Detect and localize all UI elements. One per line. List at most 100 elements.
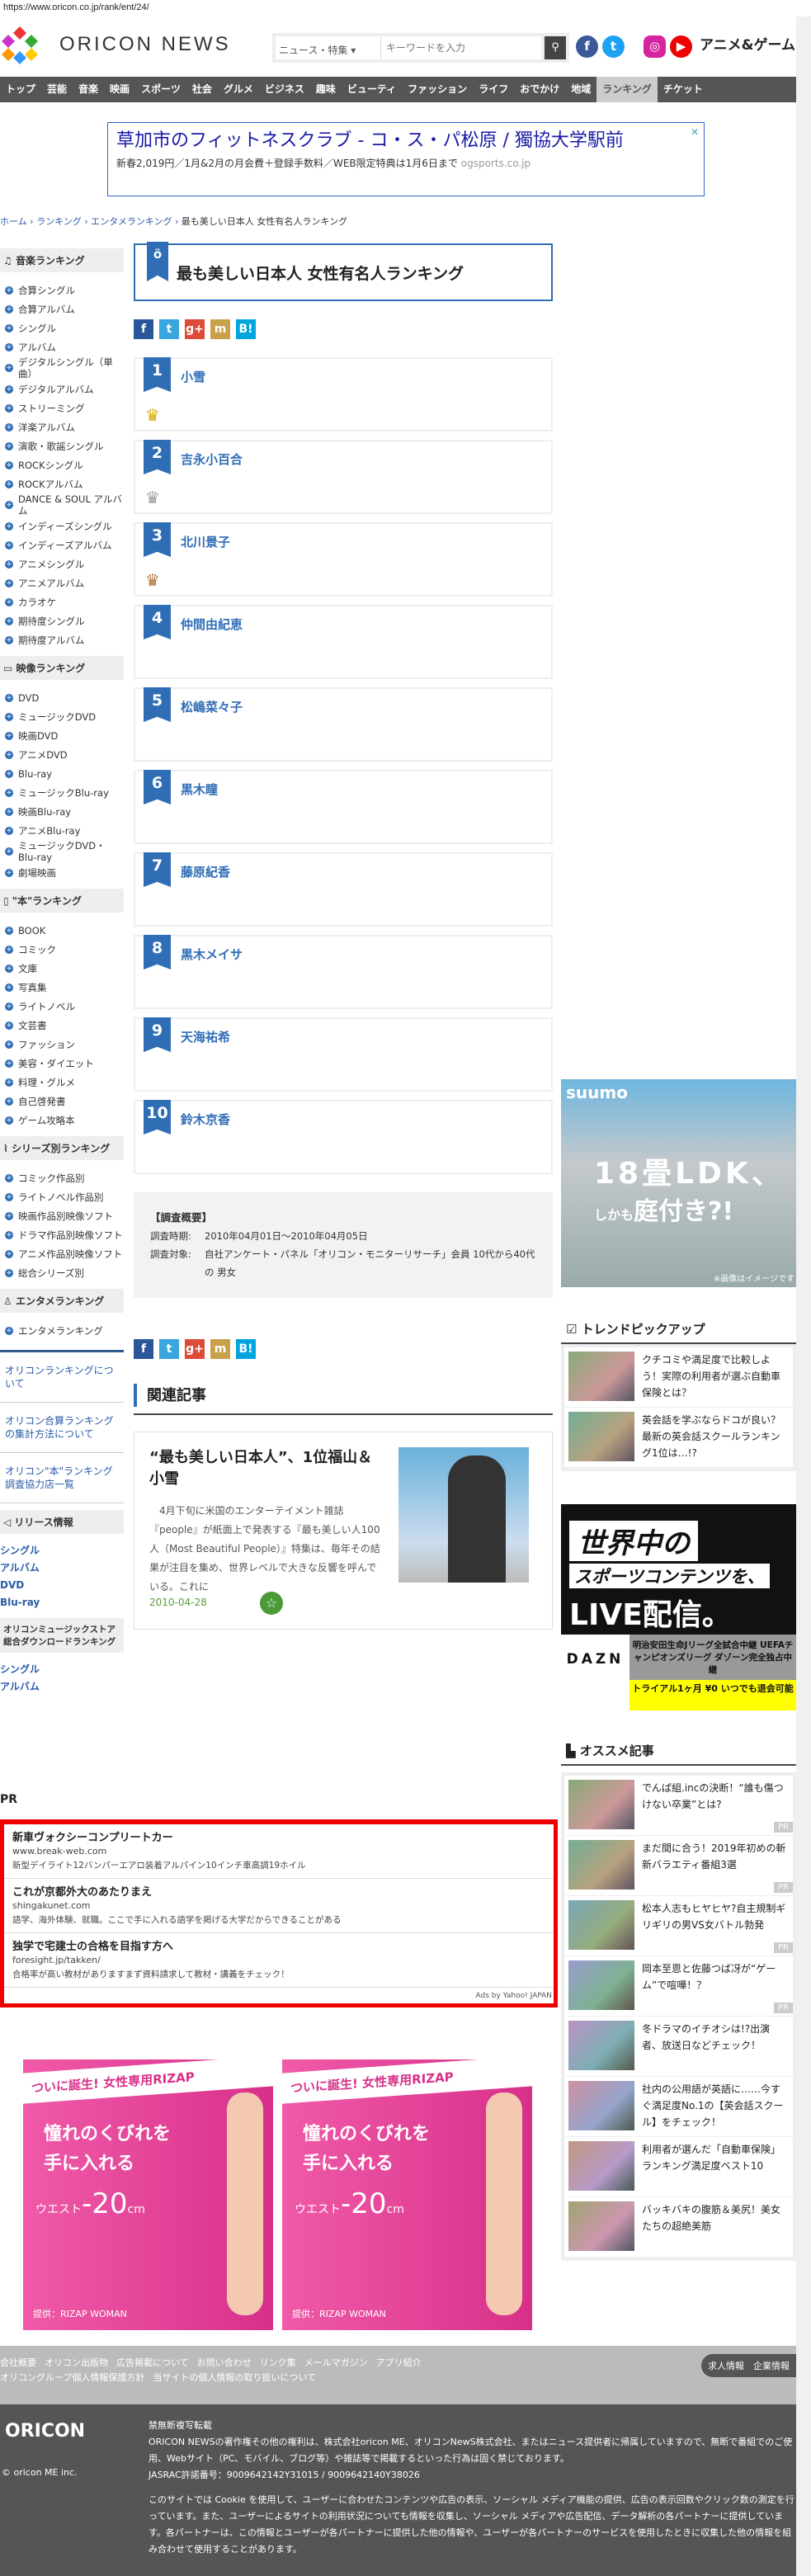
youtube-icon[interactable]: ▶ xyxy=(670,35,692,58)
sponsored-ad-url[interactable]: shingakunet.com xyxy=(12,1900,545,1911)
article-thumbnail[interactable] xyxy=(568,2021,634,2070)
sidebar-item[interactable]: + ミュージックBlu-ray xyxy=(0,783,124,802)
sponsored-ad-title[interactable]: 新車ヴォクシーコンプリートカー xyxy=(12,1828,545,1844)
nav-item[interactable]: 社会 xyxy=(186,77,218,102)
twitter-icon[interactable]: t xyxy=(602,35,625,58)
sidebar-item[interactable]: + 映画Blu-ray xyxy=(0,802,124,821)
hatena-share-button[interactable]: B! xyxy=(236,319,256,339)
hatena-share-button[interactable]: B! xyxy=(236,1339,256,1359)
footer-link[interactable]: 広告掲載について xyxy=(116,2357,189,2368)
sidebar-item[interactable]: + 写真集 xyxy=(0,978,124,997)
address-bar-url[interactable]: https://www.oricon.co.jp/rank/ent/24/ xyxy=(3,2,149,12)
breadcrumb-home[interactable]: ホーム xyxy=(0,216,27,227)
nav-item[interactable]: ビューティ xyxy=(342,77,402,102)
dazn-ad[interactable]: 世界中の スポーツコンテンツを、 LIVE配信。 DAZN 明治安田生命Jリーグ… xyxy=(561,1504,796,1710)
article-thumbnail[interactable] xyxy=(568,2141,634,2191)
instagram-icon[interactable]: ◎ xyxy=(644,35,666,58)
nav-item[interactable]: ファッション xyxy=(402,77,473,102)
sidebar-item[interactable]: + ゲーム攻略本 xyxy=(0,1111,124,1130)
sidebar-item[interactable]: + ストリーミング xyxy=(0,399,124,418)
nav-item[interactable]: 芸能 xyxy=(41,77,73,102)
nav-item[interactable]: 音楽 xyxy=(73,77,104,102)
footer-link[interactable]: アプリ紹介 xyxy=(376,2357,422,2368)
ranking-item[interactable]: 3 北川景子 ♛ xyxy=(134,522,553,597)
release-link[interactable]: Blu-ray xyxy=(0,1594,124,1611)
sidebar-item[interactable]: + コミック作品別 xyxy=(0,1168,124,1187)
sidebar-item[interactable]: + ミュージックDVD xyxy=(0,707,124,726)
rizap-ad-right[interactable]: ついに誕生! 女性専用RIZAP 憧れのくびれを手に入れる ウエスト-20cm … xyxy=(282,2059,532,2330)
article-list-title[interactable]: 松本人志もヒヤヒヤ?自主規制ギリギリの男VS女バトル勃発 xyxy=(642,1900,789,1951)
ranking-item[interactable]: 4 仲間由紀恵 xyxy=(134,605,553,679)
sidebar-item[interactable]: + アニメBlu-ray xyxy=(0,821,124,840)
sponsored-ad-title[interactable]: 独学で宅建士の合格を目指す方へ xyxy=(12,1937,545,1953)
sidebar-item[interactable]: + デジタルシングル（単曲） xyxy=(0,356,124,380)
sidebar-item[interactable]: + DANCE & SOUL アルバム xyxy=(0,493,124,517)
sidebar-item[interactable]: + コミック xyxy=(0,940,124,959)
nav-item[interactable]: 趣味 xyxy=(310,77,342,102)
nav-item[interactable]: おでかけ xyxy=(514,77,565,102)
footer-link[interactable]: オリコン出版物 xyxy=(45,2357,108,2368)
article-list-item[interactable]: 松本人志もヒヤヒヤ?自主規制ギリギリの男VS女バトル勃発 PR xyxy=(564,1896,793,1956)
jobs-link[interactable]: 求人情報 xyxy=(708,2361,744,2371)
article-list-item[interactable]: まだ間に合う！2019年初めの斬新バラエティ番組3選 PR xyxy=(564,1836,793,1896)
googleplus-share-button[interactable]: g+ xyxy=(185,319,205,339)
article-title[interactable]: “最も美しい日本人”、1位福山＆小雪 xyxy=(149,1447,380,1490)
article-list-item[interactable]: 岡本至恩と佐藤つば冴が“ゲーム”で喧嘩！？ PR xyxy=(564,1956,793,2017)
corp-link[interactable]: 企業情報 xyxy=(753,2361,790,2371)
related-article-card[interactable]: “最も美しい日本人”、1位福山＆小雪 4月下旬に米国のエンターテイメント雑誌『p… xyxy=(134,1432,553,1630)
article-list-title[interactable]: バッキバキの腹筋＆美尻！美女たちの超絶美筋 xyxy=(642,2201,789,2253)
footer-link[interactable]: お問い合わせ xyxy=(197,2357,252,2368)
article-list-item[interactable]: 英会話を学ぶならドコが良い？最新の英会話スクールランキング1位は…!? xyxy=(564,1408,793,1468)
article-thumbnail[interactable] xyxy=(568,1352,634,1401)
article-thumbnail[interactable] xyxy=(568,1780,634,1829)
sidebar-item[interactable]: + 期待度アルバム xyxy=(0,630,124,649)
suumo-ad[interactable]: suumo 18畳LDK、 しかも庭付き?! ※画像はイメージです xyxy=(561,1079,796,1287)
store-link[interactable]: アルバム xyxy=(0,1678,124,1696)
footer-link[interactable]: 会社概要 xyxy=(0,2357,36,2368)
anime-game-link[interactable]: アニメ&ゲーム xyxy=(700,33,795,54)
ad-close-icon[interactable]: ✕ xyxy=(691,126,699,138)
sidebar-info-link[interactable]: オリコン合算ランキングの集計方法について xyxy=(0,1403,124,1453)
footer-link[interactable]: リンク集 xyxy=(260,2357,296,2368)
facebook-share-button[interactable]: f xyxy=(134,319,153,339)
nav-item[interactable]: ライフ xyxy=(473,77,514,102)
breadcrumb-ranking[interactable]: ランキング xyxy=(36,216,82,227)
facebook-icon[interactable]: f xyxy=(576,35,598,58)
sponsored-ad-url[interactable]: www.break-web.com xyxy=(12,1846,545,1857)
release-link[interactable]: シングル xyxy=(0,1542,124,1559)
sidebar-info-link[interactable]: オリコンランキングについて xyxy=(0,1350,124,1403)
sidebar-item[interactable]: + アルバム xyxy=(0,337,124,356)
mixi-share-button[interactable]: m xyxy=(210,1339,230,1359)
article-list-item[interactable]: 社内の公用語が英語に……今すぐ満足度No.1の【英会話スクール】をチェック！ xyxy=(564,2077,793,2137)
sidebar-item[interactable]: + ファッション xyxy=(0,1035,124,1054)
rank-name[interactable]: 黒木メイサ xyxy=(181,946,243,963)
sponsored-ad[interactable]: 新車ヴォクシーコンプリートカー www.break-web.com 新型デイライト1… xyxy=(4,1824,554,1879)
article-thumbnail[interactable] xyxy=(398,1447,529,1583)
facebook-share-button[interactable]: f xyxy=(134,1339,153,1359)
mixi-share-button[interactable]: m xyxy=(210,319,230,339)
sidebar-item[interactable]: + Blu-ray xyxy=(0,764,124,783)
nav-item[interactable]: 地域 xyxy=(565,77,596,102)
article-list-item[interactable]: 冬ドラマのイチオシは!?出演者、放送日などチェック！ xyxy=(564,2017,793,2077)
article-list-item[interactable]: クチコミや満足度で比較しよう！実際の利用者が選ぶ自動車保険とは？ xyxy=(564,1347,793,1408)
article-list-title[interactable]: クチコミや満足度で比較しよう！実際の利用者が選ぶ自動車保険とは？ xyxy=(642,1352,789,1403)
ads-credit[interactable]: Ads by Yahoo! JAPAN xyxy=(4,1988,554,2004)
sidebar-item[interactable]: + 映画作品別映像ソフト xyxy=(0,1206,124,1225)
rank-name[interactable]: 松嶋菜々子 xyxy=(181,698,243,715)
sidebar-item[interactable]: + 総合シリーズ別 xyxy=(0,1263,124,1282)
breadcrumb-ent[interactable]: エンタメランキング xyxy=(91,216,172,227)
sidebar-item[interactable]: + ライトノベル xyxy=(0,997,124,1016)
sidebar-item[interactable]: + ライトノベル作品別 xyxy=(0,1187,124,1206)
sidebar-item[interactable]: + 文庫 xyxy=(0,959,124,978)
rank-name[interactable]: 黒木瞳 xyxy=(181,781,218,798)
sidebar-item[interactable]: + 劇場映画 xyxy=(0,863,124,882)
sidebar-item[interactable]: + カラオケ xyxy=(0,592,124,611)
nav-item[interactable]: ビジネス xyxy=(259,77,310,102)
scrollbar[interactable] xyxy=(796,17,811,2576)
rank-name[interactable]: 仲間由紀恵 xyxy=(181,616,243,633)
ranking-item[interactable]: 10 鈴木京香 xyxy=(134,1100,553,1174)
nav-item[interactable]: グルメ xyxy=(218,77,259,102)
sidebar-item[interactable]: + 自己啓発書 xyxy=(0,1092,124,1111)
rank-name[interactable]: 北川景子 xyxy=(181,533,230,550)
ranking-item[interactable]: 5 松嶋菜々子 xyxy=(134,687,553,762)
